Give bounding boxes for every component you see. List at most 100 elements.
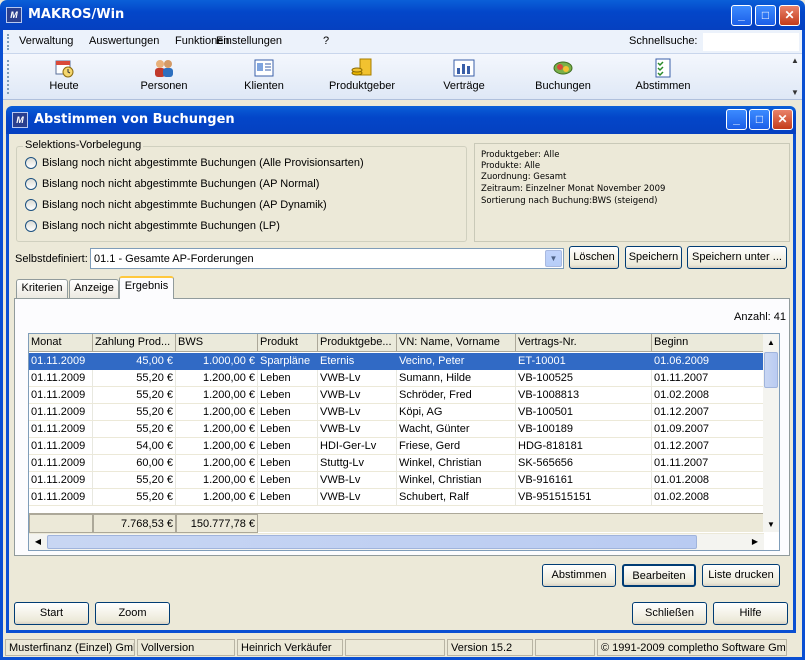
- cell-zahlung[interactable]: 45,00 €: [93, 353, 176, 370]
- table-row[interactable]: 01.11.2009 45,00 €1.000,00 € Sparpläne Eter…: [29, 353, 764, 370]
- menu-auswertungen[interactable]: Auswertungen: [89, 35, 159, 47]
- cell-monat[interactable]: 01.11.2009: [29, 387, 93, 404]
- cell-produktgeber[interactable]: Eternis: [318, 353, 397, 370]
- cell-beginn[interactable]: 01.11.2007: [652, 455, 764, 472]
- cell-produkt[interactable]: Leben: [258, 404, 318, 421]
- cell-produkt[interactable]: Leben: [258, 370, 318, 387]
- hilfe-button[interactable]: Hilfe: [713, 602, 788, 625]
- quicksearch-input[interactable]: [703, 33, 799, 51]
- loeschen-button[interactable]: Löschen: [569, 246, 619, 269]
- cell-produkt[interactable]: Leben: [258, 455, 318, 472]
- grid-vertical-scrollbar[interactable]: ▲ ▼: [763, 334, 779, 532]
- cell-vn-name[interactable]: Winkel, Christian: [397, 472, 516, 489]
- minimize-button[interactable]: _: [731, 5, 752, 26]
- tab-ergebnis[interactable]: Ergebnis: [119, 276, 174, 299]
- cell-beginn[interactable]: 01.02.2008: [652, 387, 764, 404]
- cell-bws[interactable]: 1.200,00 €: [176, 404, 258, 421]
- cell-produktgeber[interactable]: HDI-Ger-Lv: [318, 438, 397, 455]
- menu-verwaltung[interactable]: Verwaltung: [19, 35, 73, 47]
- cell-produkt[interactable]: Leben: [258, 472, 318, 489]
- table-row[interactable]: 01.11.2009 55,20 €1.200,00 € Leben VWB-Lv Sc…: [29, 387, 764, 404]
- cell-zahlung[interactable]: 60,00 €: [93, 455, 176, 472]
- table-row[interactable]: 01.11.2009 55,20 €1.200,00 € Leben VWB-Lv Wa…: [29, 421, 764, 438]
- tab-kriterien[interactable]: Kriterien: [16, 279, 68, 298]
- cell-bws[interactable]: 1.200,00 €: [176, 455, 258, 472]
- cell-monat[interactable]: 01.11.2009: [29, 404, 93, 421]
- cell-zahlung[interactable]: 55,20 €: [93, 387, 176, 404]
- cell-produkt[interactable]: Leben: [258, 438, 318, 455]
- cell-beginn[interactable]: 01.09.2007: [652, 421, 764, 438]
- toolbar-vertraege-button[interactable]: Verträge: [439, 58, 489, 92]
- table-row[interactable]: 01.11.2009 55,20 €1.200,00 € Leben VWB-Lv Wi…: [29, 472, 764, 489]
- cell-vn-name[interactable]: Sumann, Hilde: [397, 370, 516, 387]
- radio-option-ap-normal[interactable]: Bislang noch nicht abgestimmte Buchungen…: [25, 178, 319, 194]
- toolbar-scroll-up-icon[interactable]: ▲: [790, 56, 800, 66]
- cell-produkt[interactable]: Sparpläne: [258, 353, 318, 370]
- cell-produktgeber[interactable]: VWB-Lv: [318, 370, 397, 387]
- cell-vertrags-nr[interactable]: VB-951515151: [516, 489, 652, 506]
- column-header-bws[interactable]: BWS: [176, 334, 258, 352]
- cell-monat[interactable]: 01.11.2009: [29, 438, 93, 455]
- dialog-maximize-button[interactable]: □: [749, 109, 770, 130]
- radio-option-lp[interactable]: Bislang noch nicht abgestimmte Buchungen…: [25, 220, 280, 236]
- scroll-left-icon[interactable]: ◀: [30, 534, 46, 550]
- cell-produktgeber[interactable]: VWB-Lv: [318, 489, 397, 506]
- radio-icon[interactable]: [25, 220, 37, 233]
- menu-help[interactable]: ?: [323, 35, 329, 47]
- cell-bws[interactable]: 1.200,00 €: [176, 387, 258, 404]
- column-header-beginn[interactable]: Beginn: [652, 334, 764, 352]
- scroll-right-icon[interactable]: ▶: [747, 534, 763, 550]
- cell-monat[interactable]: 01.11.2009: [29, 489, 93, 506]
- cell-produktgeber[interactable]: VWB-Lv: [318, 387, 397, 404]
- radio-option-alle[interactable]: Bislang noch nicht abgestimmte Buchungen…: [25, 157, 364, 173]
- cell-beginn[interactable]: 01.01.2008: [652, 472, 764, 489]
- cell-monat[interactable]: 01.11.2009: [29, 421, 93, 438]
- cell-produkt[interactable]: Leben: [258, 489, 318, 506]
- start-button[interactable]: Start: [14, 602, 89, 625]
- table-row[interactable]: 01.11.2009 60,00 €1.200,00 € Leben Stuttg-L…: [29, 455, 764, 472]
- chevron-down-icon[interactable]: ▼: [545, 250, 562, 267]
- cell-monat[interactable]: 01.11.2009: [29, 353, 93, 370]
- cell-produkt[interactable]: Leben: [258, 387, 318, 404]
- cell-zahlung[interactable]: 55,20 €: [93, 489, 176, 506]
- cell-produktgeber[interactable]: VWB-Lv: [318, 421, 397, 438]
- speichern-unter-button[interactable]: Speichern unter ...: [687, 246, 787, 269]
- radio-icon[interactable]: [25, 178, 37, 191]
- dialog-close-button[interactable]: ✕: [772, 109, 793, 130]
- cell-vertrags-nr[interactable]: ET-10001: [516, 353, 652, 370]
- tab-anzeige[interactable]: Anzeige: [69, 279, 119, 298]
- cell-zahlung[interactable]: 55,20 €: [93, 421, 176, 438]
- table-row[interactable]: 01.11.2009 55,20 €1.200,00 € Leben VWB-Lv Su…: [29, 370, 764, 387]
- cell-zahlung[interactable]: 55,20 €: [93, 404, 176, 421]
- selbstdefiniert-combo[interactable]: 01.1 - Gesamte AP-Forderungen ▼: [90, 248, 564, 269]
- cell-bws[interactable]: 1.200,00 €: [176, 370, 258, 387]
- cell-vn-name[interactable]: Schubert, Ralf: [397, 489, 516, 506]
- schliessen-button[interactable]: Schließen: [632, 602, 707, 625]
- grid-horizontal-scrollbar[interactable]: ◀ ▶: [29, 533, 764, 550]
- cell-bws[interactable]: 1.200,00 €: [176, 472, 258, 489]
- cell-bws[interactable]: 1.200,00 €: [176, 421, 258, 438]
- horizontal-scroll-thumb[interactable]: [47, 535, 697, 549]
- cell-monat[interactable]: 01.11.2009: [29, 370, 93, 387]
- cell-vertrags-nr[interactable]: VB-100525: [516, 370, 652, 387]
- cell-beginn[interactable]: 01.12.2007: [652, 438, 764, 455]
- cell-monat[interactable]: 01.11.2009: [29, 455, 93, 472]
- cell-zahlung[interactable]: 55,20 €: [93, 370, 176, 387]
- cell-vn-name[interactable]: Köpi, AG: [397, 404, 516, 421]
- menu-einstellungen[interactable]: Einstellungen: [216, 35, 282, 47]
- cell-vertrags-nr[interactable]: VB-1008813: [516, 387, 652, 404]
- cell-vn-name[interactable]: Vecino, Peter: [397, 353, 516, 370]
- radio-icon[interactable]: [25, 157, 37, 170]
- toolbar-buchungen-button[interactable]: Buchungen: [533, 58, 593, 92]
- cell-monat[interactable]: 01.11.2009: [29, 472, 93, 489]
- speichern-button[interactable]: Speichern: [625, 246, 682, 269]
- cell-beginn[interactable]: 01.02.2008: [652, 489, 764, 506]
- cell-beginn[interactable]: 01.12.2007: [652, 404, 764, 421]
- cell-vertrags-nr[interactable]: VB-100501: [516, 404, 652, 421]
- toolbar-abstimmen-button[interactable]: Abstimmen: [635, 58, 691, 92]
- table-row[interactable]: 01.11.2009 54,00 €1.200,00 € Leben HDI-Ger-…: [29, 438, 764, 455]
- column-header-vn-name[interactable]: VN: Name, Vorname: [397, 334, 516, 352]
- toolbar-produktgeber-button[interactable]: Produktgeber: [327, 58, 397, 92]
- table-row[interactable]: 01.11.2009 55,20 €1.200,00 € Leben VWB-Lv Sc…: [29, 489, 764, 506]
- close-button[interactable]: ✕: [779, 5, 800, 26]
